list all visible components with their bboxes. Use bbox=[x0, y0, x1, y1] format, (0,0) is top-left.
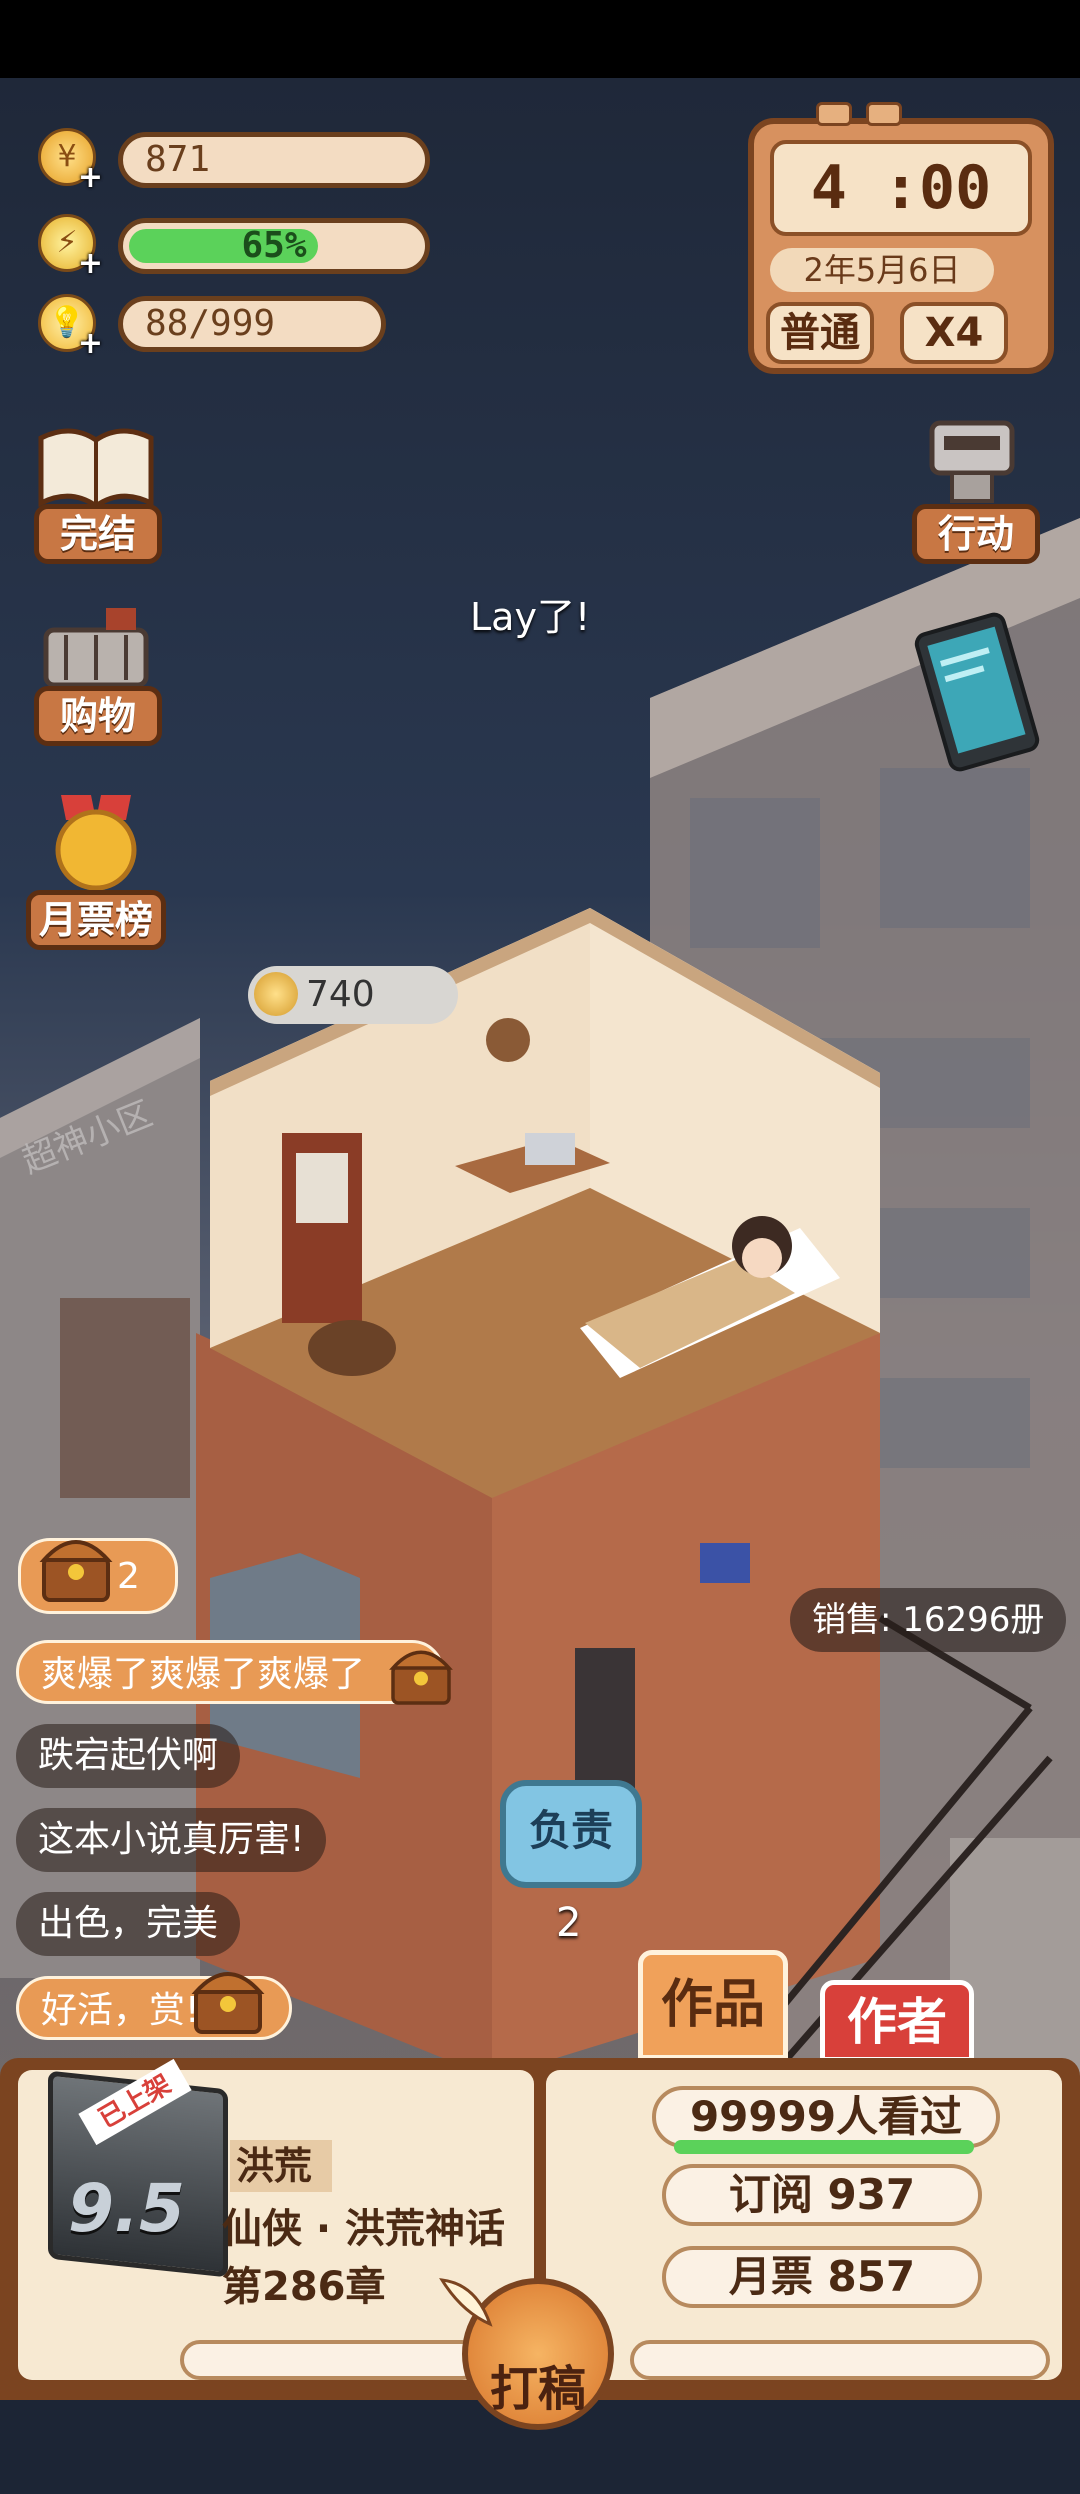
book-panel: 已上架 9.5 洪荒 仙侠 · 洪荒神话 第286章 99999人看过 订阅 9… bbox=[0, 2040, 1080, 2430]
comment-bubble: 这本小说真厉害! bbox=[16, 1808, 327, 1872]
responsible-button[interactable]: 负责 bbox=[500, 1780, 642, 1888]
energy-icon[interactable]: ⚡ + bbox=[38, 214, 103, 281]
poster bbox=[700, 1543, 750, 1583]
coins-display: 871 bbox=[118, 132, 430, 188]
action-label: 行动 bbox=[912, 504, 1040, 564]
subscriptions-pill: 订阅 937 bbox=[662, 2164, 982, 2226]
clock-knob bbox=[816, 102, 852, 126]
coins-value: 871 bbox=[145, 139, 211, 180]
comment-bubble: 跌宕起伏啊 bbox=[16, 1724, 241, 1788]
coin-icon[interactable]: ¥ + bbox=[38, 128, 103, 195]
ideas-value: 88/999 bbox=[145, 303, 276, 344]
comment-text: 这本小说真厉害! bbox=[38, 1819, 305, 1860]
book-title: 洪荒 bbox=[230, 2140, 332, 2192]
tablet-button[interactable] bbox=[912, 612, 1042, 772]
coin-icon bbox=[254, 972, 298, 1016]
monthly-tickets-pill: 月票 857 bbox=[662, 2246, 982, 2308]
progress-rail-right bbox=[630, 2340, 1050, 2380]
treasure-chest-icon bbox=[191, 1972, 265, 2034]
responsible-count: 2 bbox=[556, 1900, 582, 1946]
laptop bbox=[525, 1133, 575, 1165]
clock-panel: 4 :00 2年5月6日 普通 X4 bbox=[748, 102, 1054, 374]
floating-status-text: Lay了! bbox=[470, 595, 591, 639]
ideas-display: 88/999 bbox=[118, 296, 386, 352]
medal-icon bbox=[55, 795, 137, 890]
rug bbox=[308, 1320, 396, 1376]
comment-text: 出色，完美 bbox=[38, 1903, 219, 1944]
lightbulb-icon[interactable]: 💡 + bbox=[38, 294, 103, 361]
comment-bubble: 出色，完美 bbox=[16, 1892, 241, 1956]
status-bar bbox=[0, 0, 1080, 78]
clock-time: 4 :00 bbox=[770, 140, 1032, 236]
monthly-ticket-rank-label: 月票榜 bbox=[26, 890, 166, 950]
finish-label: 完结 bbox=[34, 504, 162, 564]
action-menu[interactable]: 行动 bbox=[910, 418, 1050, 568]
shopping-label: 购物 bbox=[34, 686, 162, 746]
chest-count: 2 bbox=[117, 1556, 140, 1597]
background-window bbox=[880, 768, 1030, 928]
monthly-ticket-rank-menu[interactable]: 月票榜 bbox=[26, 790, 176, 960]
tablet-icon bbox=[914, 612, 1040, 772]
background-window bbox=[60, 1298, 190, 1498]
shopping-basket-icon bbox=[43, 608, 149, 688]
room-coin-value: 740 bbox=[306, 974, 375, 1015]
card-reader-icon bbox=[929, 420, 1015, 503]
comment-text: 跌宕起伏啊 bbox=[38, 1735, 219, 1776]
comment-bubble: 爽爆了爽爆了爽爆了 bbox=[16, 1640, 445, 1704]
background-window bbox=[690, 798, 820, 948]
energy-percent: 65% bbox=[241, 225, 307, 266]
comment-text: 爽爆了爽爆了爽爆了 bbox=[41, 1654, 366, 1695]
round-window bbox=[486, 1018, 530, 1062]
treasure-chest-icon bbox=[389, 1650, 453, 1705]
progress-rail-left bbox=[180, 2340, 482, 2380]
book-genre: 仙侠 · 洪荒神话 bbox=[222, 2206, 506, 2252]
speed-multiplier-button[interactable]: X4 bbox=[900, 302, 1008, 364]
comment-text: 好活，赏! bbox=[41, 1990, 200, 2031]
finish-menu[interactable]: 完结 bbox=[26, 418, 176, 568]
energy-bar: 65% bbox=[118, 218, 430, 274]
views-pill: 99999人看过 bbox=[652, 2086, 1000, 2148]
open-book-icon bbox=[38, 428, 154, 510]
clock-knob bbox=[866, 102, 902, 126]
book-chapter: 第286章 bbox=[222, 2264, 386, 2310]
treasure-chest-icon bbox=[39, 1540, 113, 1602]
clock-date: 2年5月6日 bbox=[770, 248, 994, 292]
shopping-menu[interactable]: 购物 bbox=[26, 600, 176, 750]
room-coin-bubble[interactable]: 740 bbox=[248, 966, 458, 1024]
book-rating: 9.5 bbox=[68, 2170, 185, 2247]
quill-icon bbox=[439, 2278, 493, 2327]
views-progress bbox=[674, 2140, 974, 2154]
speed-mode-button[interactable]: 普通 bbox=[766, 302, 874, 364]
sales-bubble: 销售: 16296册 bbox=[790, 1588, 1067, 1652]
